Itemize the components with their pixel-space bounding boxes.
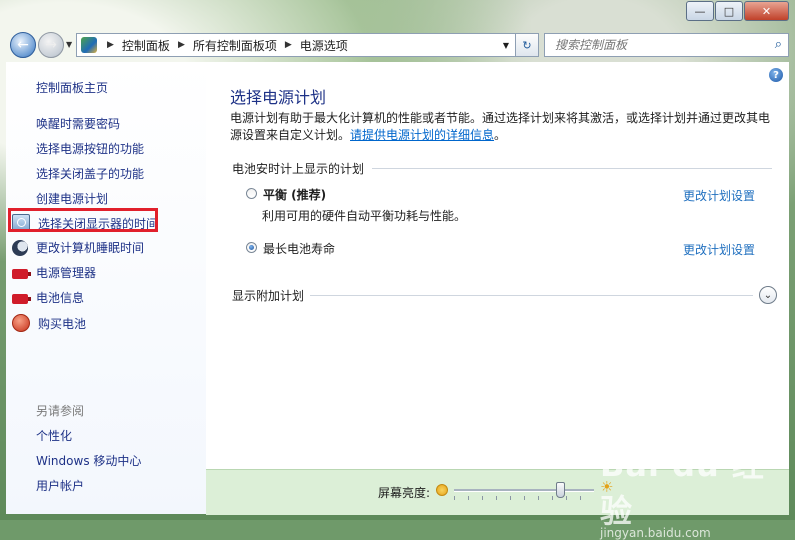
plan-details-link[interactable]: 请提供电源计划的详细信息 — [350, 128, 494, 142]
minimize-button[interactable]: — — [686, 1, 714, 21]
slider-thumb[interactable] — [556, 482, 565, 498]
see-also-heading: 另请参阅 — [36, 404, 85, 418]
slider-ticks — [454, 496, 594, 500]
sidebar-link-label: 电池信息 — [36, 291, 85, 305]
divider — [310, 294, 753, 296]
see-also-user-accounts[interactable]: 用户帐户 — [36, 477, 84, 494]
title-bar: — □ ✕ — [0, 0, 795, 30]
plans-group-header: 电池安时计上显示的计划 — [232, 160, 772, 177]
sidebar-link-label: 更改计算机睡眠时间 — [36, 241, 145, 255]
see-also-mobility-center[interactable]: Windows 移动中心 — [36, 452, 141, 469]
watermark-url: jingyan.baidu.com — [600, 526, 711, 540]
plan-radio-balanced[interactable] — [246, 188, 257, 199]
sidebar-link-buy-battery[interactable]: 购买电池 — [12, 314, 86, 332]
chevron-right-icon[interactable]: ▶ — [101, 40, 120, 50]
sidebar-link-battery-info[interactable]: 电池信息 — [12, 289, 84, 306]
battery-icon — [12, 294, 31, 304]
watermark: Bai du 经验 jingyan.baidu.com — [600, 440, 795, 540]
close-button[interactable]: ✕ — [744, 1, 789, 21]
page-title: 选择电源计划 — [230, 88, 327, 107]
slider-track[interactable] — [454, 489, 594, 492]
address-bar[interactable]: ▶ 控制面板 ▶ 所有控制面板项 ▶ 电源选项 ▼ — [76, 33, 516, 57]
sidebar-link-create-plan[interactable]: 创建电源计划 — [36, 190, 108, 207]
breadcrumb-power-options[interactable]: 电源选项 — [298, 37, 350, 54]
chevron-right-icon[interactable]: ▶ — [172, 40, 191, 50]
show-additional-plans[interactable]: 显示附加计划 ⌄ — [232, 286, 777, 304]
brightness-slider[interactable] — [454, 482, 594, 500]
search-box[interactable]: ⌕ — [544, 33, 789, 57]
highlight-box — [8, 208, 158, 232]
back-arrow-icon: ← — [17, 37, 29, 53]
dim-sun-icon — [436, 484, 448, 496]
search-icon[interactable]: ⌕ — [775, 37, 782, 52]
chevron-right-icon[interactable]: ▶ — [279, 40, 298, 50]
sidebar-link-lid-close[interactable]: 选择关闭盖子的功能 — [36, 165, 144, 182]
page-description: 电源计划有助于最大化计算机的性能或者节能。通过选择计划来将其激活，或选择计划并通… — [230, 110, 775, 144]
sidebar-link-label: 电源管理器 — [36, 266, 97, 280]
battery-icon — [12, 269, 31, 279]
globe-icon — [12, 314, 30, 332]
breadcrumb-control-panel[interactable]: 控制面板 — [120, 37, 172, 54]
sidebar-link-label: 购买电池 — [38, 316, 87, 331]
chevron-down-icon[interactable]: ⌄ — [759, 286, 777, 304]
description-suffix: 。 — [494, 128, 507, 142]
recent-pages-dropdown-icon[interactable]: ▼ — [66, 40, 72, 49]
plan-radio-max-battery[interactable] — [246, 242, 257, 253]
moon-icon — [12, 239, 28, 256]
sidebar-home-link[interactable]: 控制面板主页 — [36, 79, 108, 96]
watermark-logo-text: Bai du 经验 — [600, 446, 765, 530]
back-button[interactable]: ← — [10, 32, 36, 58]
change-plan-settings-balanced[interactable]: 更改计划设置 — [683, 187, 755, 204]
forward-arrow-icon: → — [45, 37, 57, 53]
maximize-button[interactable]: □ — [715, 1, 743, 21]
refresh-button[interactable]: ↻ — [515, 33, 539, 57]
search-input[interactable] — [545, 37, 767, 53]
brightness-label: 屏幕亮度: — [378, 486, 431, 500]
sidebar: 控制面板主页 唤醒时需要密码 选择电源按钮的功能 选择关闭盖子的功能 创建电源计… — [6, 62, 206, 514]
plan-name: 最长电池寿命 — [263, 242, 336, 256]
control-panel-icon — [81, 37, 97, 53]
sidebar-link-power-manager[interactable]: 电源管理器 — [12, 264, 96, 281]
sidebar-link-sleep-time[interactable]: 更改计算机睡眠时间 — [12, 239, 144, 256]
additional-plans-label: 显示附加计划 — [232, 288, 305, 303]
plan-description: 利用可用的硬件自动平衡功耗与性能。 — [262, 209, 467, 223]
breadcrumb-all-items[interactable]: 所有控制面板项 — [191, 37, 279, 54]
forward-button[interactable]: → — [38, 32, 64, 58]
help-icon[interactable]: ? — [769, 68, 783, 82]
address-dropdown-icon[interactable]: ▼ — [503, 41, 509, 50]
sidebar-link-power-button[interactable]: 选择电源按钮的功能 — [36, 140, 144, 157]
sidebar-link-wake-password[interactable]: 唤醒时需要密码 — [36, 115, 120, 132]
divider — [372, 168, 772, 169]
refresh-icon: ↻ — [522, 38, 532, 52]
plan-max-battery[interactable]: 最长电池寿命 — [246, 240, 335, 257]
see-also-personalization[interactable]: 个性化 — [36, 427, 72, 444]
navigation-bar: ← → ▼ ▶ 控制面板 ▶ 所有控制面板项 ▶ 电源选项 ▼ ↻ ⌕ — [0, 30, 795, 60]
plan-balanced[interactable]: 平衡 (推荐) — [246, 186, 326, 203]
change-plan-settings-max-battery[interactable]: 更改计划设置 — [683, 241, 755, 258]
group-label: 电池安时计上显示的计划 — [232, 162, 365, 176]
plan-name: 平衡 (推荐) — [263, 188, 327, 202]
